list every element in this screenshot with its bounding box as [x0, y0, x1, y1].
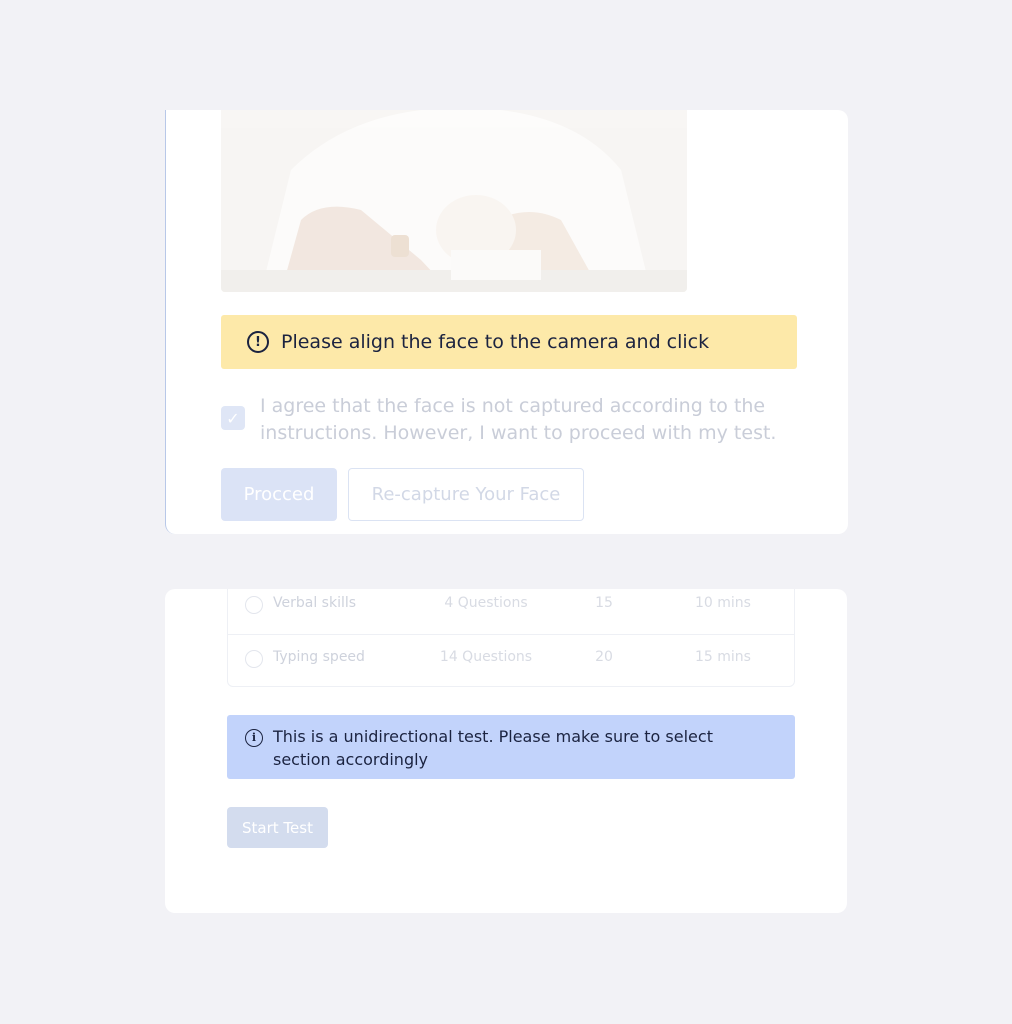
checkmark-icon: ✓ — [226, 408, 240, 428]
face-alignment-warning: ! Please align the face to the camera an… — [221, 315, 797, 369]
table-row[interactable]: Typing speed 14 Questions 20 15 mins — [228, 634, 794, 688]
recapture-face-button[interactable]: Re-capture Your Face — [348, 468, 584, 521]
sections-table: Verbal skills 4 Questions 15 10 mins Typ… — [227, 589, 795, 687]
proceed-button[interactable]: Procced — [221, 468, 337, 521]
info-circle-icon: i — [245, 729, 263, 747]
section-time: 10 mins — [695, 595, 751, 611]
table-row[interactable]: Verbal skills 4 Questions 15 10 mins — [228, 589, 794, 635]
captured-face-photo — [221, 110, 687, 292]
section-marks: 15 — [595, 595, 613, 611]
section-radio[interactable] — [245, 596, 263, 614]
section-time: 15 mins — [695, 649, 751, 665]
face-capture-card: ! Please align the face to the camera an… — [165, 110, 848, 534]
section-name: Typing speed — [273, 649, 365, 665]
section-questions: 14 Questions — [439, 649, 533, 665]
section-name: Verbal skills — [273, 595, 357, 611]
warning-text: Please align the face to the camera and … — [281, 331, 710, 353]
alert-circle-icon: ! — [247, 331, 269, 353]
section-questions: 4 Questions — [444, 595, 528, 611]
start-test-button[interactable]: Start Test — [227, 807, 328, 848]
unidirectional-info-banner: i This is a unidirectional test. Please … — [227, 715, 795, 779]
section-selection-card: Verbal skills 4 Questions 15 10 mins Typ… — [165, 589, 847, 913]
page-frame: ! Please align the face to the camera an… — [0, 0, 1012, 1024]
agree-checkbox[interactable]: ✓ — [221, 406, 245, 430]
section-marks: 20 — [595, 649, 613, 665]
info-text: This is a unidirectional test. Please ma… — [273, 727, 713, 769]
agree-label: I agree that the face is not captured ac… — [260, 395, 777, 444]
section-radio[interactable] — [245, 650, 263, 668]
